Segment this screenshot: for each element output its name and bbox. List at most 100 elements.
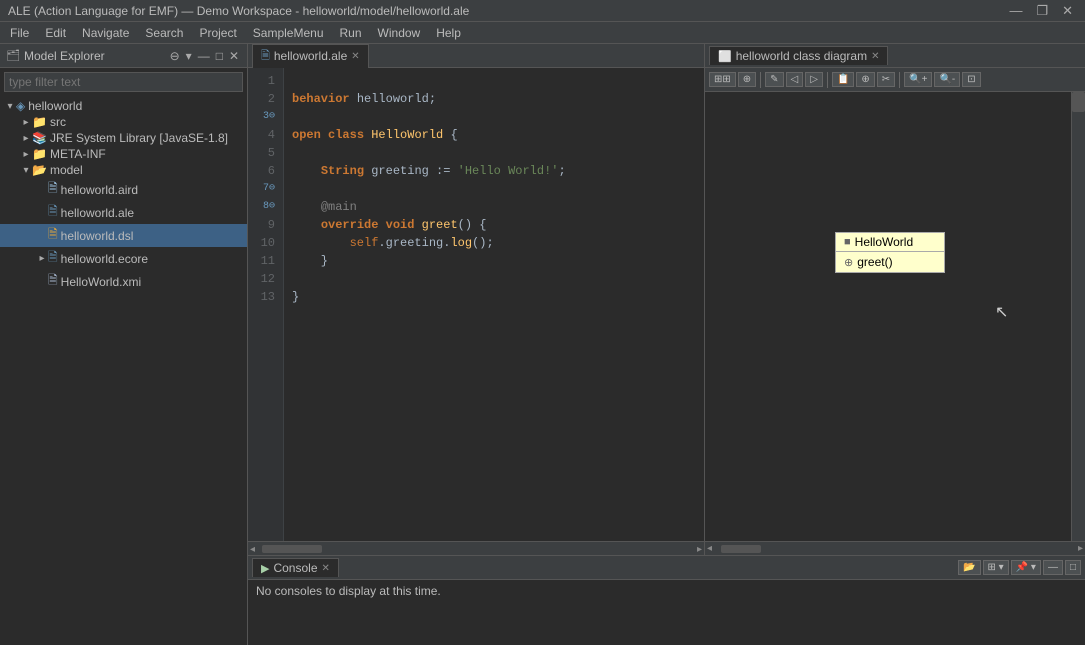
diagram-hscroll-left[interactable]: ◂ bbox=[707, 543, 712, 554]
diagram-tool-pen[interactable]: ✎ bbox=[765, 72, 783, 87]
diagram-canvas[interactable]: ■ HelloWorld ⊕ greet() bbox=[705, 92, 1071, 541]
folder-icon-model: 📂 bbox=[32, 163, 47, 177]
tree-item-helloworld-dsl[interactable]: 🗎 helloworld.dsl bbox=[0, 224, 247, 247]
menu-file[interactable]: File bbox=[4, 24, 35, 42]
uml-class-helloworld[interactable]: ■ HelloWorld ⊕ greet() bbox=[835, 232, 945, 273]
console-btn-display[interactable]: ⊞ ▾ bbox=[983, 560, 1009, 575]
diagram-tool-select[interactable]: ⊕ bbox=[738, 72, 756, 87]
tree-item-model[interactable]: ▾ 📂 model bbox=[0, 162, 247, 178]
menu-navigate[interactable]: Navigate bbox=[76, 24, 135, 42]
tree-item-helloworld[interactable]: ▾ ◈ helloworld bbox=[0, 98, 247, 114]
diagram-tool-paste[interactable]: ⊕ bbox=[856, 72, 874, 87]
code-editor-tab-close[interactable]: ✕ bbox=[351, 51, 359, 62]
menu-project[interactable]: Project bbox=[193, 24, 242, 42]
tree-item-jre[interactable]: ▸ 📚 JRE System Library [JavaSE-1.8] bbox=[0, 130, 247, 146]
menu-samplemenu[interactable]: SampleMenu bbox=[247, 24, 330, 42]
cursor-arrow: ↖ bbox=[995, 302, 1008, 322]
tree-label-dsl: helloworld.dsl bbox=[61, 229, 134, 243]
ln-7: 7⊖ bbox=[252, 180, 275, 198]
menu-bar: File Edit Navigate Search Project Sample… bbox=[0, 22, 1085, 44]
code-hscroll-right[interactable]: ▸ bbox=[697, 544, 702, 555]
console-btn-pin[interactable]: 📌 ▾ bbox=[1011, 560, 1041, 575]
console-btn-maximize[interactable]: □ bbox=[1065, 560, 1081, 575]
tree-toggle-meta-inf[interactable]: ▸ bbox=[20, 149, 32, 160]
sidebar-collapse-button[interactable]: ⊖ bbox=[168, 49, 182, 63]
tree-toggle-jre[interactable]: ▸ bbox=[20, 133, 32, 144]
diagram-tab-close[interactable]: ✕ bbox=[871, 51, 879, 62]
console-tab-close[interactable]: ✕ bbox=[322, 563, 330, 574]
diagram-tab[interactable]: ⬜ helloworld class diagram ✕ bbox=[709, 46, 888, 65]
close-button[interactable]: ✕ bbox=[1058, 3, 1077, 19]
sidebar-min-button[interactable]: — bbox=[196, 49, 212, 63]
console-tab-left: ▶ Console ✕ bbox=[252, 558, 339, 577]
diagram-tool-fit[interactable]: ⊡ bbox=[962, 72, 980, 87]
diagram-hscroll-right[interactable]: ▸ bbox=[1078, 543, 1083, 554]
diagram-vscroll[interactable] bbox=[1071, 92, 1085, 541]
diagram-tool-zoom-in[interactable]: 🔍+ bbox=[904, 72, 932, 87]
ln-13: 13 bbox=[252, 288, 275, 306]
sidebar-max-button[interactable]: □ bbox=[214, 49, 225, 63]
tree-item-helloworld-xmi[interactable]: 🗎 HelloWorld.xmi bbox=[0, 270, 247, 293]
minimize-button[interactable]: — bbox=[1005, 3, 1026, 19]
code-hscroll-left[interactable]: ◂ bbox=[250, 544, 255, 555]
tree-toggle-helloworld[interactable]: ▾ bbox=[4, 101, 16, 112]
file-icon-aird: 🗎 bbox=[48, 179, 58, 200]
code-editor-content[interactable]: 1 2 3⊖ 4 5 6 7⊖ 8⊖ 9 10 11 bbox=[248, 68, 704, 541]
content-area: 🗂 Model Explorer ⊖ ▾ — □ ✕ ▾ ◈ hellow bbox=[0, 44, 1085, 645]
menu-run[interactable]: Run bbox=[334, 24, 368, 42]
filter-input-container bbox=[0, 68, 247, 96]
tree-item-helloworld-ale[interactable]: 🗎 helloworld.ale bbox=[0, 201, 247, 224]
ln-1: 1 bbox=[252, 72, 275, 90]
diagram-tool-cut[interactable]: ✂ bbox=[877, 72, 895, 87]
tree-item-helloworld-aird[interactable]: 🗎 helloworld.aird bbox=[0, 178, 247, 201]
code-hscroll-thumb[interactable] bbox=[262, 545, 322, 553]
code-editor-tab[interactable]: 🗎 helloworld.ale ✕ bbox=[252, 44, 369, 68]
tree-label-aird: helloworld.aird bbox=[61, 183, 138, 197]
ln-12: 12 bbox=[252, 270, 275, 288]
tree-toggle-model[interactable]: ▾ bbox=[20, 165, 32, 176]
console-area: ▶ Console ✕ 📂 ⊞ ▾ 📌 ▾ — □ No console bbox=[248, 555, 1085, 645]
uml-method-icon: ⊕ bbox=[844, 256, 853, 269]
menu-search[interactable]: Search bbox=[139, 24, 189, 42]
file-icon-ecore: 🗎 bbox=[48, 248, 58, 269]
diagram-tool-sep1 bbox=[760, 72, 761, 88]
tree-item-src[interactable]: ▸ 📁 src bbox=[0, 114, 247, 130]
uml-class-icon: ■ bbox=[844, 236, 851, 248]
sidebar-header: 🗂 Model Explorer ⊖ ▾ — □ ✕ bbox=[0, 44, 247, 68]
code-lines[interactable]: behavior helloworld; open class HelloWor… bbox=[284, 68, 704, 541]
tree-toggle-ecore[interactable]: ▸ bbox=[36, 253, 48, 264]
diagram-hscroll[interactable]: ◂ ▸ bbox=[705, 541, 1085, 555]
model-explorer-icon: 🗂 bbox=[6, 49, 20, 62]
ln-9: 9 bbox=[252, 216, 275, 234]
sidebar-menu-button[interactable]: ▾ bbox=[184, 49, 194, 63]
uml-class-body: ⊕ greet() bbox=[836, 252, 944, 272]
tree-toggle-src[interactable]: ▸ bbox=[20, 117, 32, 128]
folder-icon-src: 📁 bbox=[32, 115, 47, 129]
line-numbers: 1 2 3⊖ 4 5 6 7⊖ 8⊖ 9 10 11 bbox=[248, 68, 284, 541]
console-btn-open[interactable]: 📂 bbox=[958, 560, 980, 575]
tree-item-helloworld-ecore[interactable]: ▸ 🗎 helloworld.ecore bbox=[0, 247, 247, 270]
code-editor-hscroll[interactable]: ◂ ▸ bbox=[248, 541, 704, 555]
uml-method-label: greet() bbox=[857, 255, 892, 269]
diagram-hscroll-thumb[interactable] bbox=[721, 545, 761, 553]
window-controls: — ❐ ✕ bbox=[1005, 3, 1077, 19]
ln-5: 5 bbox=[252, 144, 275, 162]
diagram-tool-arrow[interactable]: ▷ bbox=[805, 72, 823, 87]
sidebar-close-button[interactable]: ✕ bbox=[227, 49, 241, 63]
console-tab-icon: ▶ bbox=[261, 562, 269, 575]
diagram-tool-copy[interactable]: 📋 bbox=[832, 72, 854, 87]
console-tab[interactable]: ▶ Console ✕ bbox=[252, 558, 339, 577]
menu-help[interactable]: Help bbox=[430, 24, 467, 42]
diagram-tab-bar: ⬜ helloworld class diagram ✕ bbox=[705, 44, 1085, 68]
console-btn-minimize[interactable]: — bbox=[1043, 560, 1063, 575]
diagram-tool-layout[interactable]: ⊞⊞ bbox=[709, 72, 736, 87]
diagram-tool-shape[interactable]: ◁ bbox=[786, 72, 804, 87]
menu-window[interactable]: Window bbox=[372, 24, 427, 42]
maximize-button[interactable]: ❐ bbox=[1032, 3, 1052, 19]
diagram-tool-zoom-out[interactable]: 🔍- bbox=[934, 72, 960, 87]
diagram-vscroll-thumb[interactable] bbox=[1072, 92, 1085, 112]
project-icon: ◈ bbox=[16, 99, 25, 113]
tree-item-meta-inf[interactable]: ▸ 📁 META-INF bbox=[0, 146, 247, 162]
filter-input[interactable] bbox=[4, 72, 243, 92]
menu-edit[interactable]: Edit bbox=[39, 24, 72, 42]
